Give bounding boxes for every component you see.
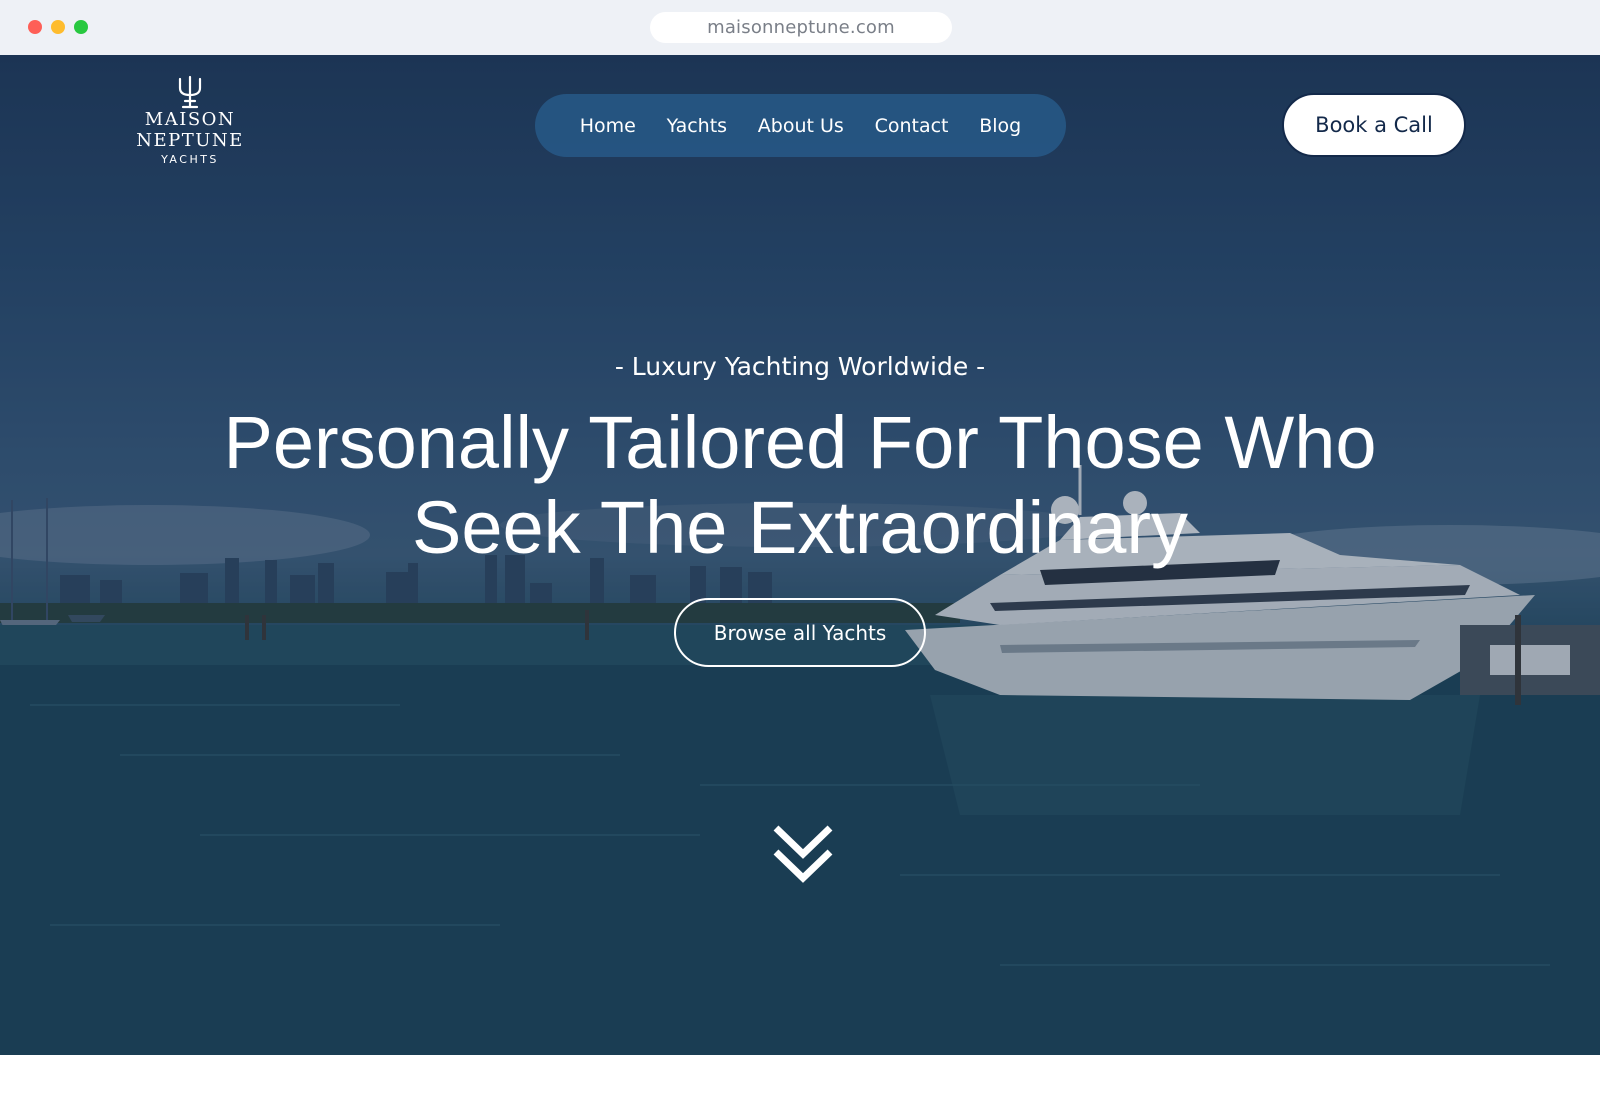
logo-text-neptune: NEPTUNE [136,130,244,151]
hero-headline: Personally Tailored For Those Who Seek T… [0,400,1600,570]
double-chevron-down-icon[interactable] [772,822,834,886]
nav-item-about-us[interactable]: About Us [758,115,844,137]
nav-item-yachts[interactable]: Yachts [667,115,727,137]
browser-chrome: maisonneptune.com [0,0,1600,55]
trident-icon [178,75,202,109]
hero-eyebrow: - Luxury Yachting Worldwide - [614,352,986,381]
nav-item-blog[interactable]: Blog [979,115,1021,137]
maximize-window-button[interactable] [74,20,88,34]
nav-item-home[interactable]: Home [580,115,636,137]
main-nav: Home Yachts About Us Contact Blog [535,94,1066,157]
hero-headline-line2: Seek The Extraordinary [411,486,1189,569]
nav-item-contact[interactable]: Contact [875,115,949,137]
book-a-call-button[interactable]: Book a Call [1282,93,1466,157]
hero-section: MAISON NEPTUNE YACHTS Home Yachts About … [0,55,1600,1055]
hero-headline-line1: Personally Tailored For Those Who [223,401,1377,484]
address-bar[interactable]: maisonneptune.com [650,12,952,43]
browse-all-yachts-button[interactable]: Browse all Yachts [674,598,926,667]
logo-text-maison: MAISON [144,109,236,130]
minimize-window-button[interactable] [51,20,65,34]
site-logo[interactable]: MAISON NEPTUNE YACHTS [134,75,246,166]
close-window-button[interactable] [28,20,42,34]
logo-text-yachts: YACHTS [161,153,219,166]
